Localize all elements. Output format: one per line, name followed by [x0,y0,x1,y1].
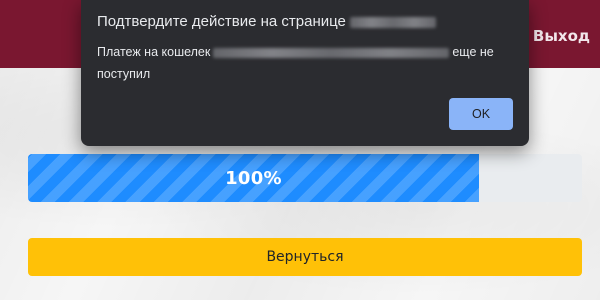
redacted-domain [349,16,436,28]
confirm-dialog: Подтвердите действие на странице Платеж … [81,0,529,146]
redacted-wallet-address [213,47,450,58]
dialog-message-prefix: Платеж на кошелек [97,45,211,59]
progress-percent-label: 100% [225,167,282,189]
progress-bar: 100% [28,154,582,202]
dialog-ok-button[interactable]: OK [449,98,513,130]
logout-link[interactable]: Выход [533,27,590,45]
dialog-title-text: Подтвердите действие на странице [97,13,346,30]
return-button[interactable]: Вернуться [28,238,582,276]
dialog-title: Подтвердите действие на странице [97,13,436,30]
progress-bar-fill: 100% [28,154,479,202]
dialog-message: Платеж на кошелек еще не поступил [97,41,517,85]
